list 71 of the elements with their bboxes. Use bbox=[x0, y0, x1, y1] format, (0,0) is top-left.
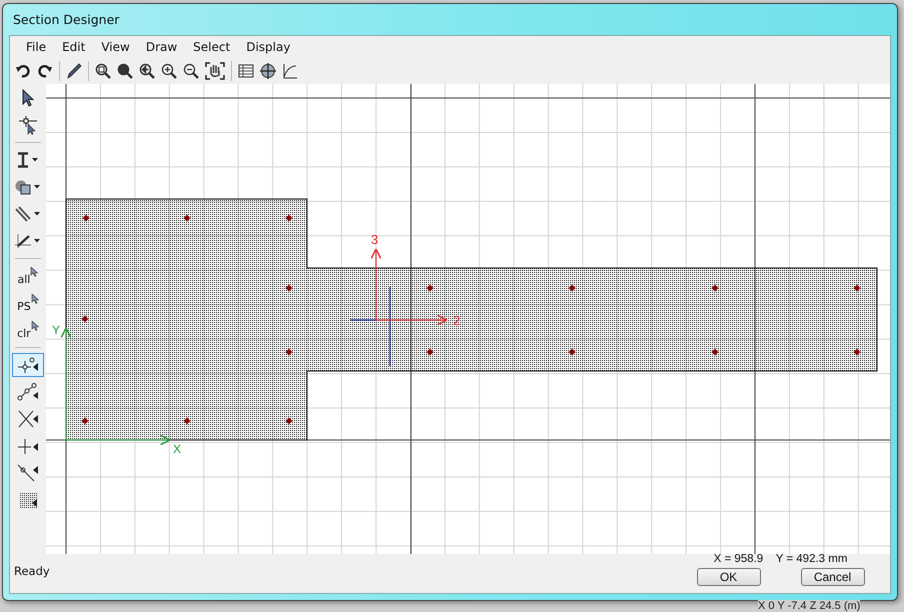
rebar-point[interactable] bbox=[284, 284, 293, 292]
snap-cross-icon bbox=[16, 437, 39, 455]
rebar-point[interactable] bbox=[284, 417, 293, 425]
zoom-in-icon[interactable] bbox=[161, 63, 177, 79]
window-title: Section Designer bbox=[13, 12, 120, 27]
background-coordinates: X 0 Y -7.4 Z 24.5 (m) bbox=[758, 600, 860, 612]
rebar-point[interactable] bbox=[80, 417, 89, 425]
snap-point-tool-button[interactable] bbox=[12, 353, 44, 377]
curve-graph-icon[interactable] bbox=[282, 63, 298, 79]
rebar-point[interactable] bbox=[710, 348, 719, 356]
snap-line-icon bbox=[16, 383, 39, 401]
menu-item[interactable]: View bbox=[93, 40, 138, 54]
text-pointer-tool-button[interactable]: clr bbox=[12, 318, 44, 342]
reshape-pointer-icon bbox=[18, 115, 38, 135]
parallel-lines-icon bbox=[15, 206, 32, 222]
snap-point-icon bbox=[16, 356, 39, 374]
section-shape[interactable] bbox=[65, 198, 878, 440]
menu-item[interactable]: Select bbox=[185, 40, 238, 54]
rebar-point[interactable] bbox=[710, 284, 719, 292]
caret-icon bbox=[34, 212, 40, 216]
pointer-icon bbox=[30, 294, 39, 304]
rebar-point[interactable] bbox=[426, 284, 434, 292]
zoom-out-icon[interactable] bbox=[183, 63, 199, 79]
status-text: Ready bbox=[14, 564, 50, 578]
caret-icon bbox=[34, 239, 40, 243]
rebar-point[interactable] bbox=[284, 214, 293, 222]
section-circle-icon[interactable] bbox=[260, 63, 276, 79]
shapes-icon bbox=[15, 179, 32, 195]
rebar-point[interactable] bbox=[568, 348, 576, 356]
zoom-previous-icon[interactable] bbox=[139, 63, 155, 79]
rebar-point[interactable] bbox=[182, 417, 191, 425]
axis-label: 3 bbox=[370, 232, 378, 247]
cancel-button[interactable]: Cancel bbox=[800, 568, 864, 586]
menu-item[interactable]: Edit bbox=[54, 40, 94, 54]
text-pointer-tool-button[interactable]: all bbox=[12, 264, 44, 288]
local-axis-2-arrow bbox=[376, 314, 448, 326]
rebar-point[interactable] bbox=[284, 348, 293, 356]
rebar-point[interactable] bbox=[568, 284, 576, 292]
pointer-icon bbox=[20, 89, 36, 107]
snap-intersection-icon bbox=[16, 410, 39, 428]
table-icon[interactable] bbox=[238, 63, 254, 79]
cursor-coordinates: X = 958.9 Y = 492.3 mm bbox=[714, 553, 848, 565]
rebar-point[interactable] bbox=[852, 348, 861, 356]
undo-icon[interactable] bbox=[15, 63, 31, 79]
rebar-point[interactable] bbox=[426, 348, 434, 356]
axis-label: 2 bbox=[452, 313, 460, 328]
pen-icon bbox=[15, 233, 32, 249]
text-pointer-tool-button[interactable]: PS bbox=[12, 291, 44, 315]
zoom-window-icon[interactable] bbox=[95, 63, 111, 79]
axis-label: Y bbox=[52, 323, 60, 337]
rebar-point[interactable] bbox=[80, 315, 89, 323]
menu-item[interactable]: Display bbox=[238, 40, 298, 54]
rebar-point[interactable] bbox=[852, 284, 861, 292]
rebar-point[interactable] bbox=[82, 214, 90, 222]
centroid-line bbox=[350, 319, 376, 321]
caret-icon bbox=[34, 185, 40, 189]
redo-icon[interactable] bbox=[37, 63, 53, 79]
pointer-icon bbox=[30, 267, 38, 277]
axis-label: X bbox=[172, 442, 181, 456]
pencil-icon[interactable] bbox=[66, 63, 82, 79]
menu-item[interactable]: Draw bbox=[138, 40, 186, 54]
snap-diagonal-icon bbox=[16, 464, 39, 482]
pointer-icon bbox=[30, 321, 39, 331]
local-axis-3-arrow bbox=[370, 248, 382, 320]
caret-icon bbox=[32, 158, 38, 162]
pan-hand-icon[interactable] bbox=[205, 62, 225, 80]
ok-button[interactable]: OK bbox=[696, 568, 760, 586]
zoom-fill-icon[interactable] bbox=[117, 63, 133, 79]
rebar-point[interactable] bbox=[182, 214, 191, 222]
menu-item[interactable]: File bbox=[18, 40, 54, 54]
i-beam-icon bbox=[17, 152, 30, 168]
